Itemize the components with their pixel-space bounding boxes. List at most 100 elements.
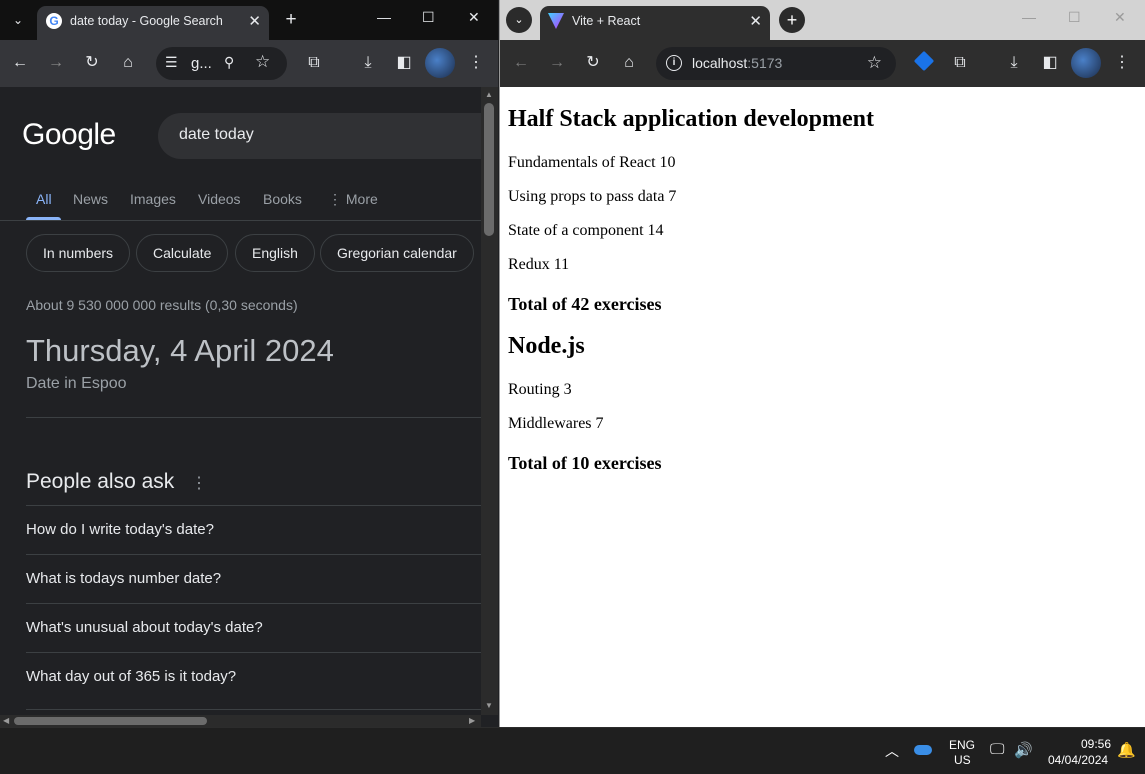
divider	[0, 220, 481, 221]
back-icon[interactable]: ←	[510, 52, 532, 74]
maximize-icon[interactable]: ☐	[1068, 9, 1081, 26]
tab-search-chevron-icon[interactable]: ⌄	[6, 8, 30, 32]
date-location: Date in Espoo	[26, 375, 127, 392]
chip-gregorian-calendar[interactable]: Gregorian calendar	[320, 234, 474, 272]
side-panel-icon[interactable]: ◧	[393, 52, 415, 74]
profile-avatar-icon[interactable]	[425, 48, 455, 78]
vite-favicon-icon	[548, 13, 564, 29]
language-indicator-bottom[interactable]: US	[954, 753, 971, 767]
extensions-icon[interactable]: ⧉	[949, 52, 971, 74]
address-bar[interactable]: i localhost:5173 ☆	[656, 47, 896, 80]
address-text: g...	[191, 55, 212, 72]
chip-english[interactable]: English	[235, 234, 315, 272]
show-hidden-icons-chevron-icon[interactable]: ︿	[885, 741, 899, 761]
course-part: Fundamentals of React 10	[508, 154, 676, 171]
clock-time[interactable]: 09:56	[1081, 737, 1111, 751]
close-window-icon[interactable]: ✕	[468, 9, 480, 26]
browser-window-google: ⌄ G date today - Google Search ✕ + — ☐ ✕…	[0, 0, 498, 727]
related-question[interactable]: What's unusual about today's date?	[26, 619, 263, 636]
google-logo[interactable]: Google	[22, 118, 116, 152]
bookmark-star-icon[interactable]: ☆	[867, 53, 882, 73]
google-results-page: Google date today All News Images Videos…	[0, 87, 481, 715]
network-icon[interactable]: 🖵	[990, 741, 1004, 758]
browser-toolbar: ← → ↻ ⌂ ☰ g... ⚲ ☆ ⧉ ⤓ ◧ ⋮	[0, 40, 498, 87]
tab-more[interactable]: ⋮ More	[328, 191, 378, 208]
horizontal-scrollbar[interactable]: ◀ ▶	[0, 715, 481, 727]
related-question[interactable]: What day out of 365 is it today?	[26, 668, 236, 685]
tab-strip: ⌄ G date today - Google Search ✕ + — ☐ ✕	[0, 0, 498, 40]
related-question[interactable]: How do I write today's date?	[26, 521, 214, 538]
course-part: Middlewares 7	[508, 415, 604, 432]
close-tab-icon[interactable]: ✕	[749, 12, 762, 30]
divider	[26, 709, 481, 710]
tab-google-search[interactable]: G date today - Google Search ✕	[37, 6, 269, 40]
taskbar: ︿ ENG US 🖵 🔊 09:56 04/04/2024 🔔	[0, 727, 1145, 774]
forward-icon[interactable]: →	[546, 52, 568, 74]
onedrive-cloud-icon[interactable]	[914, 745, 932, 755]
bookmark-star-icon[interactable]: ☆	[255, 52, 270, 72]
browser-menu-icon[interactable]: ⋮	[465, 52, 487, 74]
maximize-icon[interactable]: ☐	[422, 9, 435, 26]
exercise-total: Total of 10 exercises	[508, 453, 662, 473]
scroll-down-arrow-icon[interactable]: ▼	[485, 701, 493, 710]
date-answer: Thursday, 4 April 2024	[26, 333, 334, 368]
course-part: Redux 11	[508, 256, 570, 273]
extensions-icon[interactable]: ⧉	[303, 52, 325, 74]
related-question[interactable]: What is todays number date?	[26, 570, 221, 587]
search-box[interactable]: date today	[158, 113, 481, 159]
home-icon[interactable]: ⌂	[618, 52, 640, 74]
vertical-scrollbar[interactable]: ▲ ▼	[481, 87, 498, 715]
scrollbar-thumb[interactable]	[14, 717, 207, 725]
address-text: localhost:5173	[692, 55, 783, 71]
more-options-icon[interactable]: ⋮	[191, 473, 207, 493]
site-settings-icon[interactable]: ☰	[165, 54, 178, 71]
home-icon[interactable]: ⌂	[117, 52, 139, 74]
tab-all[interactable]: All	[36, 191, 52, 207]
location-pin-icon[interactable]: ⚲	[224, 54, 234, 71]
chip-calculate[interactable]: Calculate	[136, 234, 229, 272]
result-stats: About 9 530 000 000 results (0,30 second…	[26, 297, 298, 313]
tab-books[interactable]: Books	[263, 191, 302, 207]
scrollbar-thumb[interactable]	[484, 103, 494, 236]
layers-extension-icon[interactable]	[913, 50, 935, 72]
course-part: Using props to pass data 7	[508, 188, 677, 205]
download-icon[interactable]: ⤓	[1003, 52, 1025, 74]
scroll-right-arrow-icon[interactable]: ▶	[469, 716, 475, 725]
desktop: ⌄ G date today - Google Search ✕ + — ☐ ✕…	[0, 0, 1145, 774]
tab-title: Vite + React	[572, 14, 641, 28]
divider	[26, 505, 481, 506]
reload-icon[interactable]: ↻	[582, 52, 604, 74]
tab-news[interactable]: News	[73, 191, 108, 207]
notification-bell-icon[interactable]: 🔔	[1117, 741, 1136, 759]
tab-videos[interactable]: Videos	[198, 191, 241, 207]
tab-vite-react[interactable]: Vite + React ✕	[540, 6, 770, 40]
chip-in-numbers[interactable]: In numbers	[26, 234, 131, 272]
google-favicon-icon: G	[46, 13, 62, 29]
scroll-up-arrow-icon[interactable]: ▲	[485, 90, 493, 99]
site-info-icon[interactable]: i	[666, 55, 682, 71]
tab-search-chevron-icon[interactable]: ⌄	[506, 7, 532, 33]
language-indicator-top[interactable]: ENG	[949, 738, 975, 752]
download-icon[interactable]: ⤓	[357, 52, 379, 74]
minimize-icon[interactable]: —	[377, 9, 391, 25]
volume-icon[interactable]: 🔊	[1014, 741, 1033, 759]
clock-date[interactable]: 04/04/2024	[1048, 753, 1108, 767]
new-tab-button[interactable]: +	[281, 8, 301, 32]
divider	[26, 652, 481, 653]
minimize-icon[interactable]: —	[1022, 9, 1036, 25]
forward-icon[interactable]: →	[45, 52, 67, 74]
tab-images[interactable]: Images	[130, 191, 176, 207]
browser-toolbar: ← → ↻ ⌂ i localhost:5173 ☆ ⧉ ⤓ ◧ ⋮	[500, 40, 1145, 87]
back-icon[interactable]: ←	[9, 52, 31, 74]
side-panel-icon[interactable]: ◧	[1039, 52, 1061, 74]
new-tab-button[interactable]: +	[779, 7, 805, 33]
tab-title: date today - Google Search	[70, 14, 223, 28]
profile-avatar-icon[interactable]	[1071, 48, 1101, 78]
scroll-left-arrow-icon[interactable]: ◀	[3, 716, 9, 725]
exercise-total: Total of 42 exercises	[508, 294, 662, 314]
close-tab-icon[interactable]: ✕	[248, 12, 261, 30]
reload-icon[interactable]: ↻	[81, 52, 103, 74]
address-bar[interactable]: ☰ g... ⚲ ☆	[156, 47, 287, 80]
browser-menu-icon[interactable]: ⋮	[1111, 52, 1133, 74]
close-window-icon[interactable]: ✕	[1114, 9, 1126, 26]
